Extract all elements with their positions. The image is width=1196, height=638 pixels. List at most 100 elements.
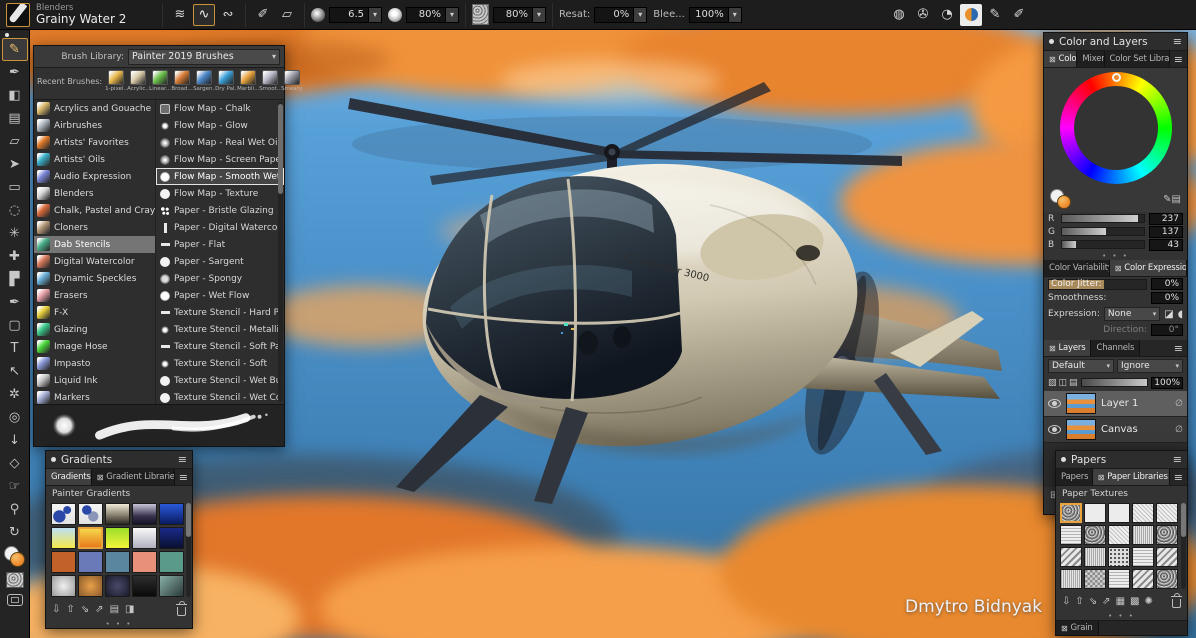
brush-category-row[interactable]: Artists' Favorites: [34, 134, 155, 151]
blue-slider[interactable]: [1061, 240, 1145, 249]
brush-category-row[interactable]: Erasers: [34, 287, 155, 304]
paper-import-icon[interactable]: ⇘: [1089, 597, 1097, 607]
gradient-swatch[interactable]: [51, 575, 76, 597]
brush-category-row[interactable]: Acrylics and Gouache: [34, 100, 155, 117]
red-slider[interactable]: [1061, 214, 1145, 223]
brush-variant-row[interactable]: Texture Stencil - Soft Pastel: [156, 338, 284, 355]
make-paper-icon[interactable]: ▦: [1116, 597, 1125, 607]
layer-name[interactable]: Canvas: [1101, 424, 1170, 435]
tab-gradients[interactable]: Gradients: [46, 469, 92, 485]
brush-variant-row[interactable]: Paper - Bristle Glazing: [156, 202, 284, 219]
brush-ghost-icon[interactable]: ≋: [169, 4, 191, 26]
tab-papers[interactable]: Papers: [1056, 469, 1093, 485]
layer-options-icon[interactable]: ∅: [1175, 399, 1183, 409]
saturation-value-triangle[interactable]: [1079, 91, 1153, 165]
resat-control[interactable]: Resat: 0%▾: [559, 7, 647, 23]
dropdown-arrow-icon[interactable]: ▾: [445, 8, 458, 22]
tab-color-expression[interactable]: ⊠Color Expression: [1110, 260, 1187, 276]
selection-adjuster-tool[interactable]: ✚: [2, 245, 28, 268]
crop-tool[interactable]: ▛: [2, 268, 28, 291]
color-scheme-icon[interactable]: ◑: [960, 4, 982, 26]
hamburger-menu-icon[interactable]: ≡: [1170, 469, 1187, 485]
hue-ring[interactable]: [1060, 72, 1172, 184]
layer-row[interactable]: Layer 1 ∅: [1044, 391, 1187, 417]
stroke-jitter-icon[interactable]: ◔: [936, 4, 958, 26]
paper-texture-swatch[interactable]: [1084, 503, 1106, 523]
tab-channels[interactable]: Channels: [1091, 340, 1140, 356]
dab-profile-icon[interactable]: ✇: [912, 4, 934, 26]
grain-brush-icon[interactable]: ✎: [984, 4, 1006, 26]
hue-marker[interactable]: [1112, 73, 1121, 82]
paper-texture-swatch[interactable]: [1084, 569, 1106, 589]
paper-texture-swatch[interactable]: [1156, 547, 1178, 567]
dropdown-arrow-icon[interactable]: ▾: [728, 8, 741, 22]
brush-category-row[interactable]: Blenders: [34, 185, 155, 202]
paper-export-icon[interactable]: ⇗: [1102, 597, 1110, 607]
brush-library-select[interactable]: Painter 2019 Brushes ▾: [128, 49, 280, 65]
clone-color-toggle-icon[interactable]: ✎: [1163, 195, 1171, 205]
brush-variant-row[interactable]: Texture Stencil - Hard Pastel: [156, 304, 284, 321]
rotate-page-tool[interactable]: ↻: [2, 521, 28, 544]
gradient-swatch[interactable]: [105, 527, 130, 549]
gradient-import-icon[interactable]: ⇘: [81, 605, 89, 615]
shape-selection-tool[interactable]: ↖: [2, 360, 28, 383]
main-additional-color-swatch[interactable]: [1050, 189, 1076, 211]
freehand-strokes-icon[interactable]: ∿: [193, 4, 215, 26]
tab-grain[interactable]: ⊠Grain: [1056, 621, 1099, 635]
green-slider[interactable]: [1061, 227, 1145, 236]
paper-rotation-icon[interactable]: ▱: [276, 4, 298, 26]
tab-color[interactable]: ⊠Color: [1044, 51, 1077, 67]
paint-bucket-tool[interactable]: ◧: [2, 84, 28, 107]
paper-texture-swatch[interactable]: [1060, 569, 1082, 589]
color-sliders-icon[interactable]: ▤: [1172, 195, 1181, 205]
paper-texture-swatch[interactable]: [1108, 547, 1130, 567]
paper-texture-swatch[interactable]: [1108, 503, 1130, 523]
paper-texture-swatch[interactable]: [1108, 525, 1130, 545]
brush-category-row[interactable]: Dynamic Speckles: [34, 270, 155, 287]
red-value[interactable]: 237: [1149, 213, 1183, 225]
magic-wand-tool[interactable]: ✳: [2, 222, 28, 245]
hamburger-menu-icon[interactable]: ≡: [1170, 51, 1187, 67]
composite-depth-select[interactable]: Ignore ▾: [1117, 359, 1183, 373]
sv-marker[interactable]: [1136, 122, 1144, 130]
paper-texture-swatch[interactable]: [1084, 547, 1106, 567]
paper-texture-swatch[interactable]: [1156, 569, 1178, 589]
hamburger-menu-icon[interactable]: ≡: [1173, 453, 1182, 466]
pen-tool[interactable]: ✒: [2, 291, 28, 314]
panel-resize-dots[interactable]: • • •: [1056, 611, 1187, 620]
brush-variant-row[interactable]: Flow Map - Chalk: [156, 100, 284, 117]
recent-brush-item[interactable]: Dry Pal...: [216, 70, 236, 92]
brush-variant-row[interactable]: Flow Map - Texture: [156, 185, 284, 202]
brush-category-row[interactable]: Markers: [34, 389, 155, 404]
gradient-scrollbar[interactable]: [186, 503, 191, 597]
gradient-swatch[interactable]: [78, 575, 103, 597]
brush-category-row[interactable]: Image Hose: [34, 338, 155, 355]
paper-texture-swatch[interactable]: [1156, 503, 1178, 523]
perspective-grid-tool[interactable]: ◇: [2, 452, 28, 475]
brush-variant-row[interactable]: Texture Stencil - Metallic: [156, 321, 284, 338]
brush-variant-row[interactable]: Paper - Digital Watercolor Par: [156, 219, 284, 236]
brush-size-value[interactable]: 6.5: [330, 8, 368, 22]
paper-texture-swatch[interactable]: [1108, 569, 1130, 589]
gradient-export-icon[interactable]: ⇗: [95, 605, 103, 615]
brush-variant-row[interactable]: Flow Map - Real Wet Oil: [156, 134, 284, 151]
brush-category-row[interactable]: Cloners: [34, 219, 155, 236]
brush-variant-row[interactable]: Paper - Spongy: [156, 270, 284, 287]
tab-mixer[interactable]: Mixer: [1077, 51, 1104, 67]
magnifier-tool[interactable]: ⚲: [2, 498, 28, 521]
paper-texture-swatch[interactable]: [1060, 503, 1082, 523]
recent-brush-item[interactable]: Broad...: [172, 70, 192, 92]
brush-category-row[interactable]: Airbrushes: [34, 117, 155, 134]
bleed-value[interactable]: 100%: [690, 8, 728, 22]
smoothness-value[interactable]: 0%: [1151, 292, 1183, 304]
brush-variant-row[interactable]: Texture Stencil - Wet Buildup: [156, 372, 284, 389]
lasso-tool[interactable]: ◌: [2, 199, 28, 222]
brush-tool[interactable]: ✎: [2, 38, 28, 61]
tab-color-set-libraries[interactable]: Color Set Libraries: [1105, 51, 1170, 67]
brush-category-row[interactable]: Digital Watercolor: [34, 253, 155, 270]
paper-library-export-icon[interactable]: ⇧: [1075, 597, 1083, 607]
brush-category-row[interactable]: F-X: [34, 304, 155, 321]
gradients-panel-header[interactable]: Gradients ≡: [46, 451, 192, 469]
brush-category-row[interactable]: Chalk, Pastel and Crayons: [34, 202, 155, 219]
hamburger-menu-icon[interactable]: ≡: [178, 453, 187, 466]
